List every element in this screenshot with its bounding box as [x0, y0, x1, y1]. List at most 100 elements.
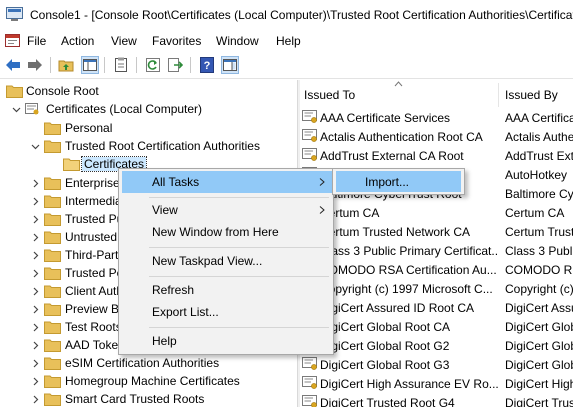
- title-bar: Console1 - [Console Root\Certificates (L…: [0, 0, 573, 30]
- cell-issued-by: DigiCert Trusted Root G4: [505, 396, 573, 407]
- folder-icon: [44, 357, 61, 370]
- console-document-icon[interactable]: [5, 33, 20, 48]
- menu-favorites[interactable]: Favorites: [152, 34, 201, 48]
- toolbar-separator: [136, 57, 137, 73]
- certificates-snapin-icon: [25, 103, 39, 115]
- menu-separator: [149, 276, 329, 277]
- cell-issued-to: AddTrust External CA Root: [320, 149, 464, 163]
- certificate-row[interactable]: Certum Trusted Network CACertum Trusted …: [300, 222, 573, 241]
- toolbar-separator: [50, 57, 51, 73]
- up-folder-icon: [58, 60, 74, 72]
- chevron-right-icon[interactable]: [31, 323, 40, 332]
- menu-item-view[interactable]: View: [122, 199, 332, 221]
- certificate-row[interactable]: DigiCert Global Root G3 DigiCert Global R…: [300, 355, 573, 374]
- certificate-row[interactable]: DigiCert Trusted Root G4 DigiCert Trusted…: [300, 393, 573, 407]
- back-button[interactable]: [4, 56, 22, 74]
- folder-icon: [44, 393, 61, 406]
- chevron-right-icon[interactable]: [31, 287, 40, 296]
- cell-issued-by: Certum CA: [505, 206, 565, 220]
- back-icon: [6, 59, 20, 71]
- menu-item-new-taskpad-view[interactable]: New Taskpad View...: [122, 250, 332, 272]
- folder-open-icon: [44, 140, 61, 153]
- certificate-row[interactable]: DigiCert High Assurance EV Ro... DigiCert…: [300, 374, 573, 393]
- menu-item-import[interactable]: Import...: [336, 171, 461, 192]
- show-hide-action-pane-button[interactable]: [221, 56, 239, 74]
- chevron-down-icon[interactable]: [31, 142, 40, 151]
- properties-button[interactable]: [112, 56, 130, 74]
- certificate-row[interactable]: AddTrust External CA Root AddTrust Extern…: [300, 146, 573, 165]
- certificate-row[interactable]: AAA Certificate Services AAA Certificate …: [300, 108, 573, 127]
- chevron-right-icon[interactable]: [31, 179, 40, 188]
- menu-window[interactable]: Window: [216, 34, 259, 48]
- chevron-right-icon[interactable]: [31, 395, 40, 404]
- cell-issued-by: Copyright (c) 1997 Microsoft C...: [505, 282, 573, 296]
- toolbar-separator: [190, 57, 191, 73]
- menu-separator: [149, 247, 329, 248]
- chevron-right-icon[interactable]: [31, 215, 40, 224]
- certificate-list: Issued To Issued By AAA Certificate Serv…: [300, 80, 573, 407]
- folder-icon: [44, 339, 61, 352]
- cell-issued-by: Certum Trusted Network CA: [505, 225, 573, 239]
- chevron-right-icon[interactable]: [31, 269, 40, 278]
- show-hide-action-pane-icon: [223, 59, 237, 71]
- menu-item-export-list[interactable]: Export List...: [122, 301, 332, 323]
- chevron-right-icon[interactable]: [31, 377, 40, 386]
- folder-icon: [44, 195, 61, 208]
- help-icon: ?: [200, 57, 214, 73]
- cell-issued-to: DigiCert Global Root G3: [320, 358, 450, 372]
- all-tasks-submenu: Import...: [332, 168, 465, 195]
- menu-view[interactable]: View: [111, 34, 137, 48]
- export-list-button[interactable]: [166, 56, 184, 74]
- certificate-row[interactable]: Certum CA Certum CA: [300, 203, 573, 222]
- chevron-right-icon[interactable]: [31, 305, 40, 314]
- column-header-issued-by[interactable]: Issued By: [499, 80, 573, 110]
- menu-item-refresh[interactable]: Refresh: [122, 279, 332, 301]
- folder-icon: [44, 213, 61, 226]
- chevron-right-icon[interactable]: [31, 341, 40, 350]
- folder-icon: [44, 303, 61, 316]
- cell-issued-by: DigiCert Assured ID Root CA: [505, 301, 573, 315]
- forward-icon: [28, 59, 42, 71]
- menu-bar: File Action View Favorites Window Help: [0, 30, 573, 52]
- certificate-row[interactable]: COMODO RSA Certification Au...COMODO RSA…: [300, 260, 573, 279]
- menu-help[interactable]: Help: [276, 34, 301, 48]
- help-button[interactable]: ?: [198, 56, 216, 74]
- folder-icon: [44, 177, 61, 190]
- up-one-level-button[interactable]: [57, 56, 75, 74]
- cell-issued-by: DigiCert High Assurance EV Ro...: [505, 377, 573, 391]
- menu-item-help[interactable]: Help: [122, 330, 332, 352]
- chevron-right-icon[interactable]: [31, 233, 40, 242]
- cell-issued-by: DigiCert Global Root G3: [505, 358, 573, 372]
- chevron-right-icon[interactable]: [31, 197, 40, 206]
- refresh-button[interactable]: [144, 56, 162, 74]
- folder-icon: [44, 321, 61, 334]
- certificate-row[interactable]: Class 3 Public Primary Certificat... Clas…: [300, 241, 573, 260]
- menu-file[interactable]: File: [27, 34, 46, 48]
- chevron-down-icon[interactable]: [12, 105, 21, 114]
- chevron-right-icon[interactable]: [31, 359, 40, 368]
- cell-issued-to: DigiCert Trusted Root G4: [320, 396, 455, 407]
- folder-icon: [44, 122, 61, 135]
- certificate-row[interactable]: DigiCert Global Root G2DigiCert Global R…: [300, 336, 573, 355]
- menu-item-all-tasks[interactable]: All Tasks: [122, 171, 332, 193]
- certificate-row[interactable]: DigiCert Global Root CADigiCert Global R…: [300, 317, 573, 336]
- folder-open-icon: [63, 158, 80, 171]
- cell-issued-by: AddTrust External CA Root: [505, 149, 573, 163]
- column-header-issued-to[interactable]: Issued To: [300, 80, 498, 110]
- refresh-icon: [146, 58, 160, 72]
- cell-issued-by: AAA Certificate Services: [505, 111, 573, 125]
- folder-icon: [44, 375, 61, 388]
- chevron-right-icon[interactable]: [31, 251, 40, 260]
- svg-text:?: ?: [204, 60, 211, 72]
- window-title: Console1 - [Console Root\Certificates (L…: [30, 8, 573, 22]
- certificate-row[interactable]: Actalis Authentication Root CA Actalis Au…: [300, 127, 573, 146]
- certificate-row[interactable]: DigiCert Assured ID Root CADigiCert Assu…: [300, 298, 573, 317]
- certificate-row[interactable]: Copyright (c) 1997 Microsoft C... Copyrig…: [300, 279, 573, 298]
- menu-action[interactable]: Action: [61, 34, 94, 48]
- show-hide-tree-button[interactable]: [81, 56, 99, 74]
- menu-item-new-window-from-here[interactable]: New Window from Here: [122, 221, 332, 243]
- chevron-right-icon: [319, 206, 325, 214]
- cell-issued-by: Class 3 Public Primary Certificat...: [505, 244, 573, 258]
- cell-issued-to: Actalis Authentication Root CA: [320, 130, 483, 144]
- forward-button[interactable]: [26, 56, 44, 74]
